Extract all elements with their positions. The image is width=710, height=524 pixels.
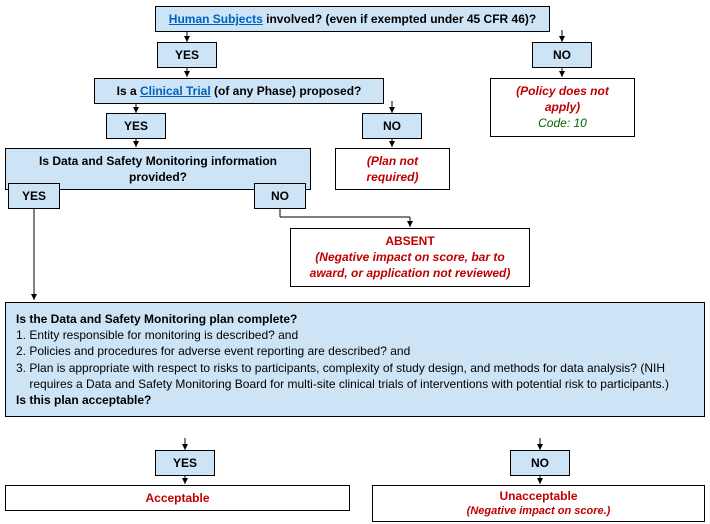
q2-box: Is a Clinical Trial (of any Phase) propo… [94,78,384,104]
plan-not-required-box: (Plan not required) [335,148,450,190]
absent-box: ABSENT (Negative impact on score, bar to… [290,228,530,287]
unacceptable-title: Unacceptable [381,488,696,504]
q2-pre: Is a [117,84,140,98]
q3-no: NO [254,183,306,209]
unacceptable-sub: (Negative impact on score.) [381,504,696,519]
q4-heading: Is the Data and Safety Monitoring plan c… [16,311,694,327]
q2-yes: YES [106,113,166,139]
q1-rest: involved? (even if exempted under 45 CFR… [263,12,536,26]
q2-post: (of any Phase) proposed? [211,84,362,98]
q4-closing: Is this plan acceptable? [16,392,694,408]
q4-item2: 2. Policies and procedures for adverse e… [16,343,694,359]
q1-no: NO [532,42,592,68]
q2-link[interactable]: Clinical Trial [140,84,211,98]
q4-yes: YES [155,450,215,476]
policy-na-box: (Policy does not apply) Code: 10 [490,78,635,137]
q3-yes: YES [8,183,60,209]
q1-yes: YES [157,42,217,68]
q4-no: NO [510,450,570,476]
acceptable-text: Acceptable [145,491,209,505]
acceptable-box: Acceptable [5,485,350,511]
policy-code-label: Code: [538,116,570,130]
policy-na-text: (Policy does not apply) [499,83,626,115]
q4-item3: 3. Plan is appropriate with respect to r… [16,360,694,392]
unacceptable-box: Unacceptable (Negative impact on score.) [372,485,705,522]
policy-code-value: 10 [574,116,587,130]
q2-no: NO [362,113,422,139]
absent-sub: (Negative impact on score, bar to award,… [299,249,521,281]
q1-link[interactable]: Human Subjects [169,12,263,26]
absent-title: ABSENT [299,233,521,249]
q4-box: Is the Data and Safety Monitoring plan c… [5,302,705,417]
q1-box: Human Subjects involved? (even if exempt… [155,6,550,32]
q4-item1: 1. Entity responsible for monitoring is … [16,327,694,343]
